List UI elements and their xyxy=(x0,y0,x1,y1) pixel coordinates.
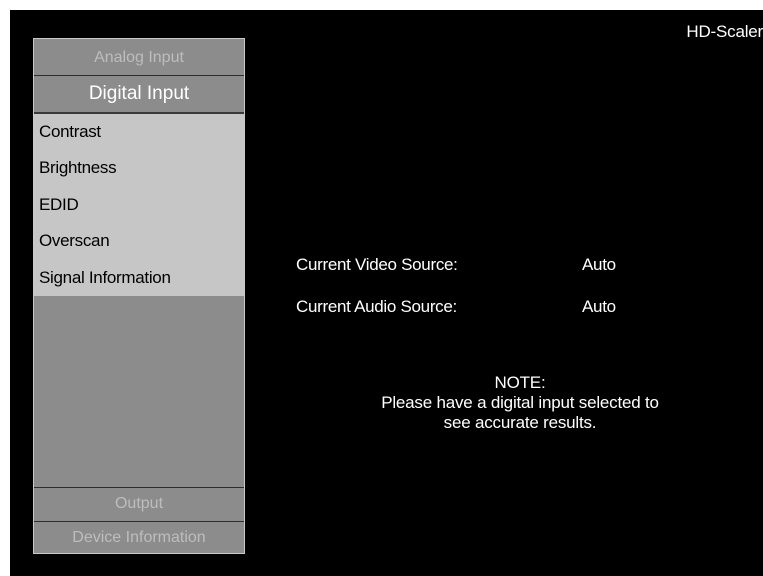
current-audio-source-value: Auto xyxy=(582,297,616,316)
brand-title: HD-Scaler xyxy=(686,22,763,41)
current-video-source-value: Auto xyxy=(582,255,616,274)
menu-item-output[interactable]: Output xyxy=(34,487,244,521)
note-line-1: Please have a digital input selected to xyxy=(381,393,659,412)
digital-input-submenu: Contrast Brightness EDID Overscan Signal… xyxy=(34,114,244,296)
menu-item-analog-input[interactable]: Analog Input xyxy=(34,39,244,76)
submenu-item-brightness[interactable]: Brightness xyxy=(34,150,244,186)
osd-screen: HD-Scaler Analog Input Digital Input Con… xyxy=(10,10,763,576)
main-menu: Analog Input Digital Input Contrast Brig… xyxy=(33,38,245,554)
submenu-item-edid[interactable]: EDID xyxy=(34,187,244,223)
note-message: NOTE: Please have a digital input select… xyxy=(300,373,740,433)
menu-item-device-information[interactable]: Device Information xyxy=(34,521,244,553)
current-video-source-label: Current Video Source: xyxy=(296,255,458,274)
current-audio-source-label: Current Audio Source: xyxy=(296,297,457,316)
submenu-item-signal-information[interactable]: Signal Information xyxy=(34,260,244,296)
menu-item-digital-input[interactable]: Digital Input xyxy=(34,76,244,114)
note-line-2: see accurate results. xyxy=(443,413,597,432)
note-title: NOTE: xyxy=(494,373,546,392)
submenu-item-overscan[interactable]: Overscan xyxy=(34,223,244,259)
submenu-item-contrast[interactable]: Contrast xyxy=(34,114,244,150)
